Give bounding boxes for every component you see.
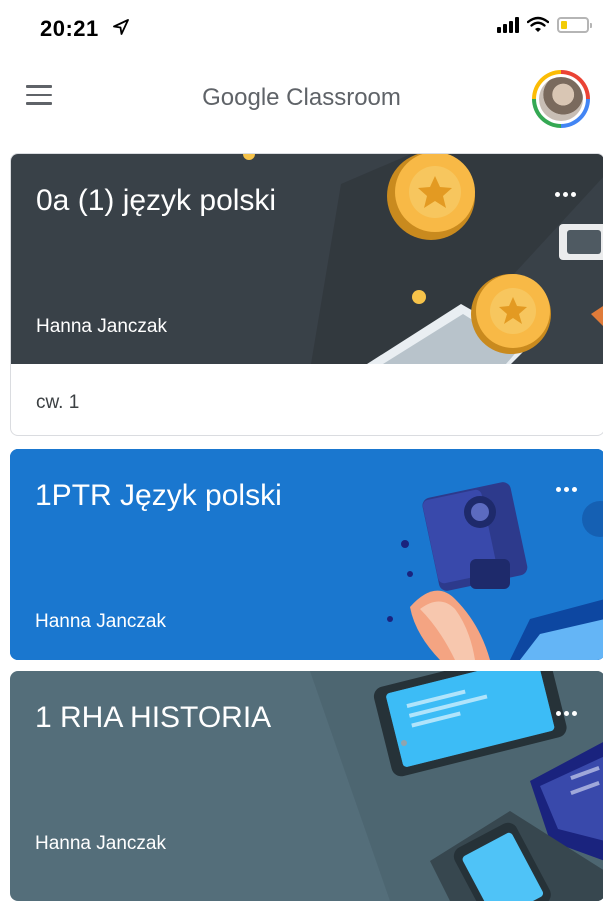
more-options-icon[interactable] (553, 703, 579, 723)
location-arrow-icon (113, 19, 129, 35)
class-card-0a-jezyk-polski[interactable]: 0a (1) język polski Hanna Janczak cw. 1 (10, 153, 603, 436)
status-indicators (497, 16, 592, 33)
class-teacher: Hanna Janczak (36, 316, 167, 337)
battery-low-icon (557, 16, 592, 33)
status-bar: 20:21 (0, 0, 603, 56)
avatar (536, 74, 586, 124)
cellular-signal-icon (497, 16, 519, 33)
class-title: 1 RHA HISTORIA (35, 701, 272, 734)
class-card-1ptr-jezyk-polski[interactable]: 1PTR Język polski Hanna Janczak (10, 449, 603, 660)
account-avatar-button[interactable] (532, 70, 590, 128)
class-title: 0a (1) język polski (36, 184, 277, 217)
class-card-banner[interactable]: 1 RHA HISTORIA Hanna Janczak (10, 671, 603, 901)
class-card-banner[interactable]: 1PTR Język polski Hanna Janczak (10, 449, 603, 660)
app-bar: Google Classroom (0, 56, 603, 142)
class-card-1-rha-historia[interactable]: 1 RHA HISTORIA Hanna Janczak (10, 671, 603, 901)
class-teacher: Hanna Janczak (35, 611, 166, 632)
more-options-icon[interactable] (553, 479, 579, 499)
upcoming-assignment-link[interactable]: cw. 1 (36, 392, 79, 414)
more-options-icon[interactable] (552, 184, 578, 204)
app-title: Google Classroom (202, 84, 401, 111)
class-card-banner[interactable]: 0a (1) język polski Hanna Janczak (11, 154, 603, 364)
status-time: 20:21 (40, 16, 99, 41)
class-title: 1PTR Język polski (35, 479, 282, 512)
wifi-icon (527, 16, 549, 32)
class-teacher: Hanna Janczak (35, 833, 166, 854)
